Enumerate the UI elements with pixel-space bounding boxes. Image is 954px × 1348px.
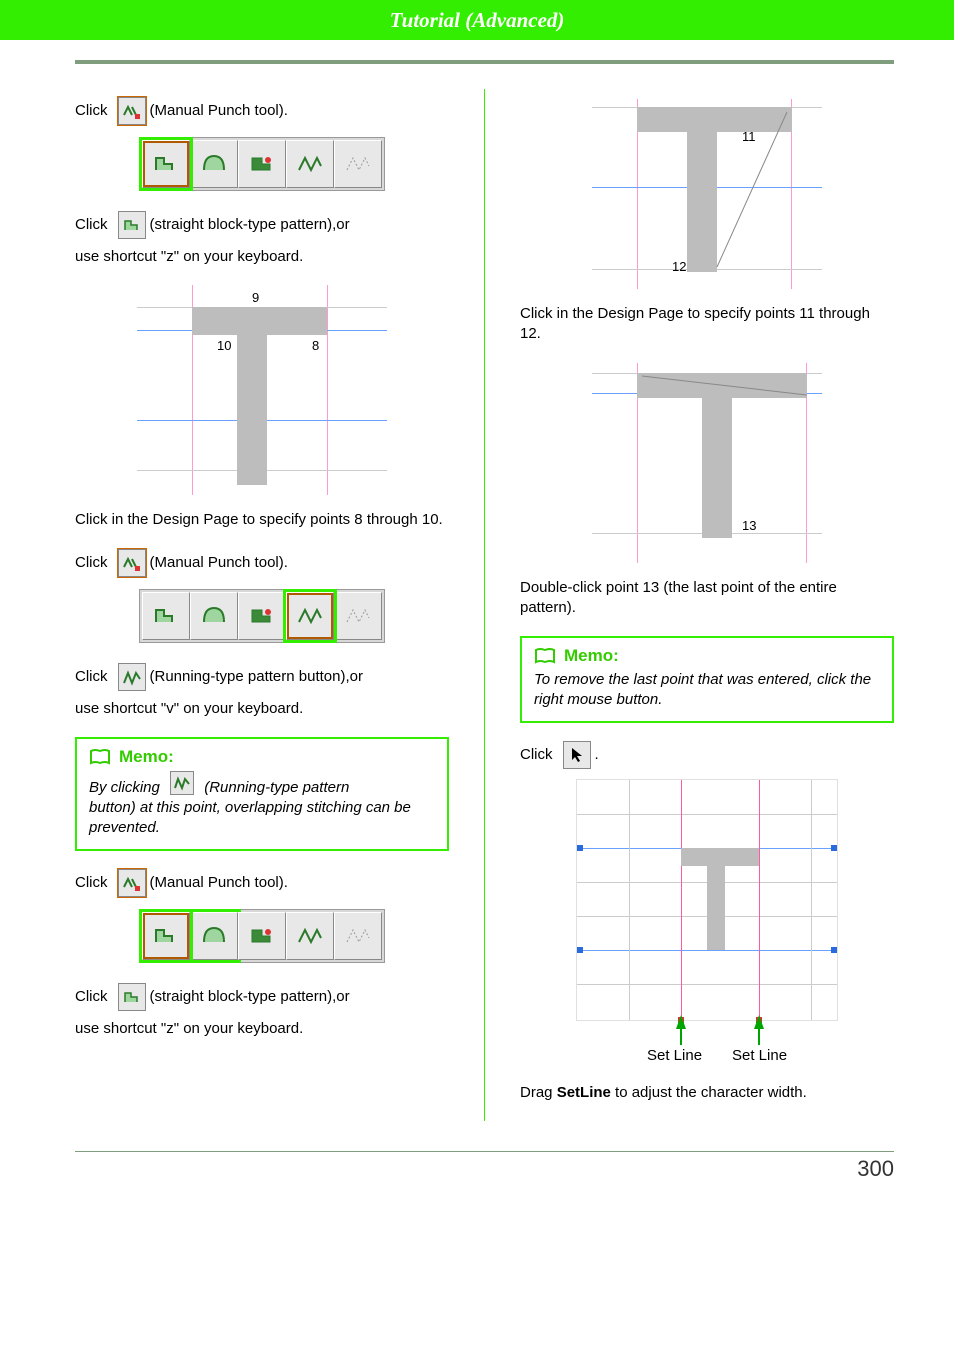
diagram-point-13: 13: [592, 363, 822, 563]
setline-label: Set Line: [732, 1047, 787, 1064]
point-label: 10: [217, 338, 231, 353]
setline-label: Set Line: [647, 1047, 702, 1064]
curve-block-btn[interactable]: [190, 592, 238, 640]
step: Click (Running-type pattern button),or: [75, 663, 449, 691]
step-text: (straight block-type pattern),or: [150, 215, 350, 235]
step: Click .: [520, 741, 894, 769]
point-label: 9: [252, 290, 259, 305]
step: Click (straight block-type pattern),or: [75, 983, 449, 1011]
step: Click (Manual Punch tool).: [75, 97, 449, 125]
straight-block-btn[interactable]: [142, 140, 190, 188]
manual-punch-icon: [118, 549, 146, 577]
step-text: (Manual Punch tool).: [150, 101, 288, 121]
step-text: Click: [75, 215, 108, 235]
step-text: (Manual Punch tool).: [150, 553, 288, 573]
step: Click (straight block-type pattern),or: [75, 211, 449, 239]
curve-block-btn[interactable]: [190, 140, 238, 188]
running-pattern-btn[interactable]: [286, 140, 334, 188]
manual-punch-icon: [118, 97, 146, 125]
punch-toolbar: [139, 589, 385, 643]
memo-title: Memo:: [564, 646, 619, 666]
point-label: 11: [742, 129, 756, 144]
memo-header: Memo:: [89, 747, 435, 767]
manual-punch-icon: [118, 869, 146, 897]
region-block-btn[interactable]: [238, 140, 286, 188]
diagram-points-11-12: 11 12: [592, 99, 822, 289]
step: Click (Manual Punch tool).: [75, 869, 449, 897]
text: to adjust the character width.: [611, 1084, 807, 1101]
running-pattern-btn[interactable]: [286, 592, 334, 640]
punch-toolbar: [139, 909, 385, 963]
left-column: Click (Manual Punch tool). Click: [75, 89, 449, 1121]
memo-box: Memo: To remove the last point that was …: [520, 636, 894, 723]
diagram-points-8-10: 9 10 8: [137, 285, 387, 495]
memo-body: To remove the last point that was entere…: [534, 670, 880, 711]
memo-body: By clicking (Running-type pattern button…: [89, 771, 435, 839]
paragraph: Click in the Design Page to specify poin…: [75, 510, 449, 530]
memo-header: Memo:: [534, 646, 880, 666]
running-pattern-icon: [118, 663, 146, 691]
punch-toolbar: [139, 137, 385, 191]
page-number: 300: [0, 1156, 954, 1182]
dotted-pattern-btn[interactable]: [334, 592, 382, 640]
step-text: (Running-type pattern button),or: [150, 667, 363, 687]
dotted-pattern-btn[interactable]: [334, 912, 382, 960]
straight-block-btn[interactable]: [142, 912, 190, 960]
step-text: Click: [75, 873, 108, 893]
memo-text: By clicking: [89, 779, 160, 796]
straight-block-btn[interactable]: [142, 592, 190, 640]
right-column: 11 12 Click in the Design Page to specif…: [520, 89, 894, 1121]
bottom-rule: [75, 1151, 894, 1152]
step-text: Click: [520, 745, 553, 765]
pointer-icon: [563, 741, 591, 769]
step: Click (Manual Punch tool).: [75, 549, 449, 577]
running-pattern-btn[interactable]: [286, 912, 334, 960]
memo-title: Memo:: [119, 747, 174, 767]
paragraph: Double-click point 13 (the last point of…: [520, 578, 894, 619]
top-rule: [75, 60, 894, 64]
step-sub: use shortcut "z" on your keyboard.: [75, 1019, 449, 1039]
step-text: Click: [75, 667, 108, 687]
step-text: Click: [75, 553, 108, 573]
paragraph: Click in the Design Page to specify poin…: [520, 304, 894, 345]
step-text: Click: [75, 987, 108, 1007]
text: Drag: [520, 1084, 557, 1101]
straight-block-icon: [118, 211, 146, 239]
step-sub: use shortcut "z" on your keyboard.: [75, 247, 449, 267]
point-label: 13: [742, 518, 756, 533]
step-text: Click: [75, 101, 108, 121]
region-block-btn[interactable]: [238, 592, 286, 640]
diagram-setline: [576, 779, 838, 1021]
memo-box: Memo: By clicking (Running-type pattern …: [75, 737, 449, 851]
point-label: 12: [672, 259, 686, 274]
running-pattern-icon: [170, 771, 194, 795]
page-title: Tutorial (Advanced): [390, 8, 565, 33]
book-icon: [534, 647, 556, 665]
curve-block-btn[interactable]: [190, 912, 238, 960]
point-label: 8: [312, 338, 319, 353]
text-bold: SetLine: [557, 1084, 611, 1101]
step-text: (Manual Punch tool).: [150, 873, 288, 893]
memo-text: (Running-type pattern: [204, 779, 349, 796]
region-block-btn[interactable]: [238, 912, 286, 960]
column-divider: [484, 89, 485, 1121]
straight-block-icon: [118, 983, 146, 1011]
dotted-pattern-btn[interactable]: [334, 140, 382, 188]
step-sub: use shortcut "v" on your keyboard.: [75, 699, 449, 719]
paragraph: Drag SetLine to adjust the character wid…: [520, 1083, 894, 1103]
book-icon: [89, 748, 111, 766]
memo-text: button) at this point, overlapping stitc…: [89, 798, 435, 839]
page-header: Tutorial (Advanced): [0, 0, 954, 40]
step-text: .: [595, 745, 599, 765]
step-text: (straight block-type pattern),or: [150, 987, 350, 1007]
